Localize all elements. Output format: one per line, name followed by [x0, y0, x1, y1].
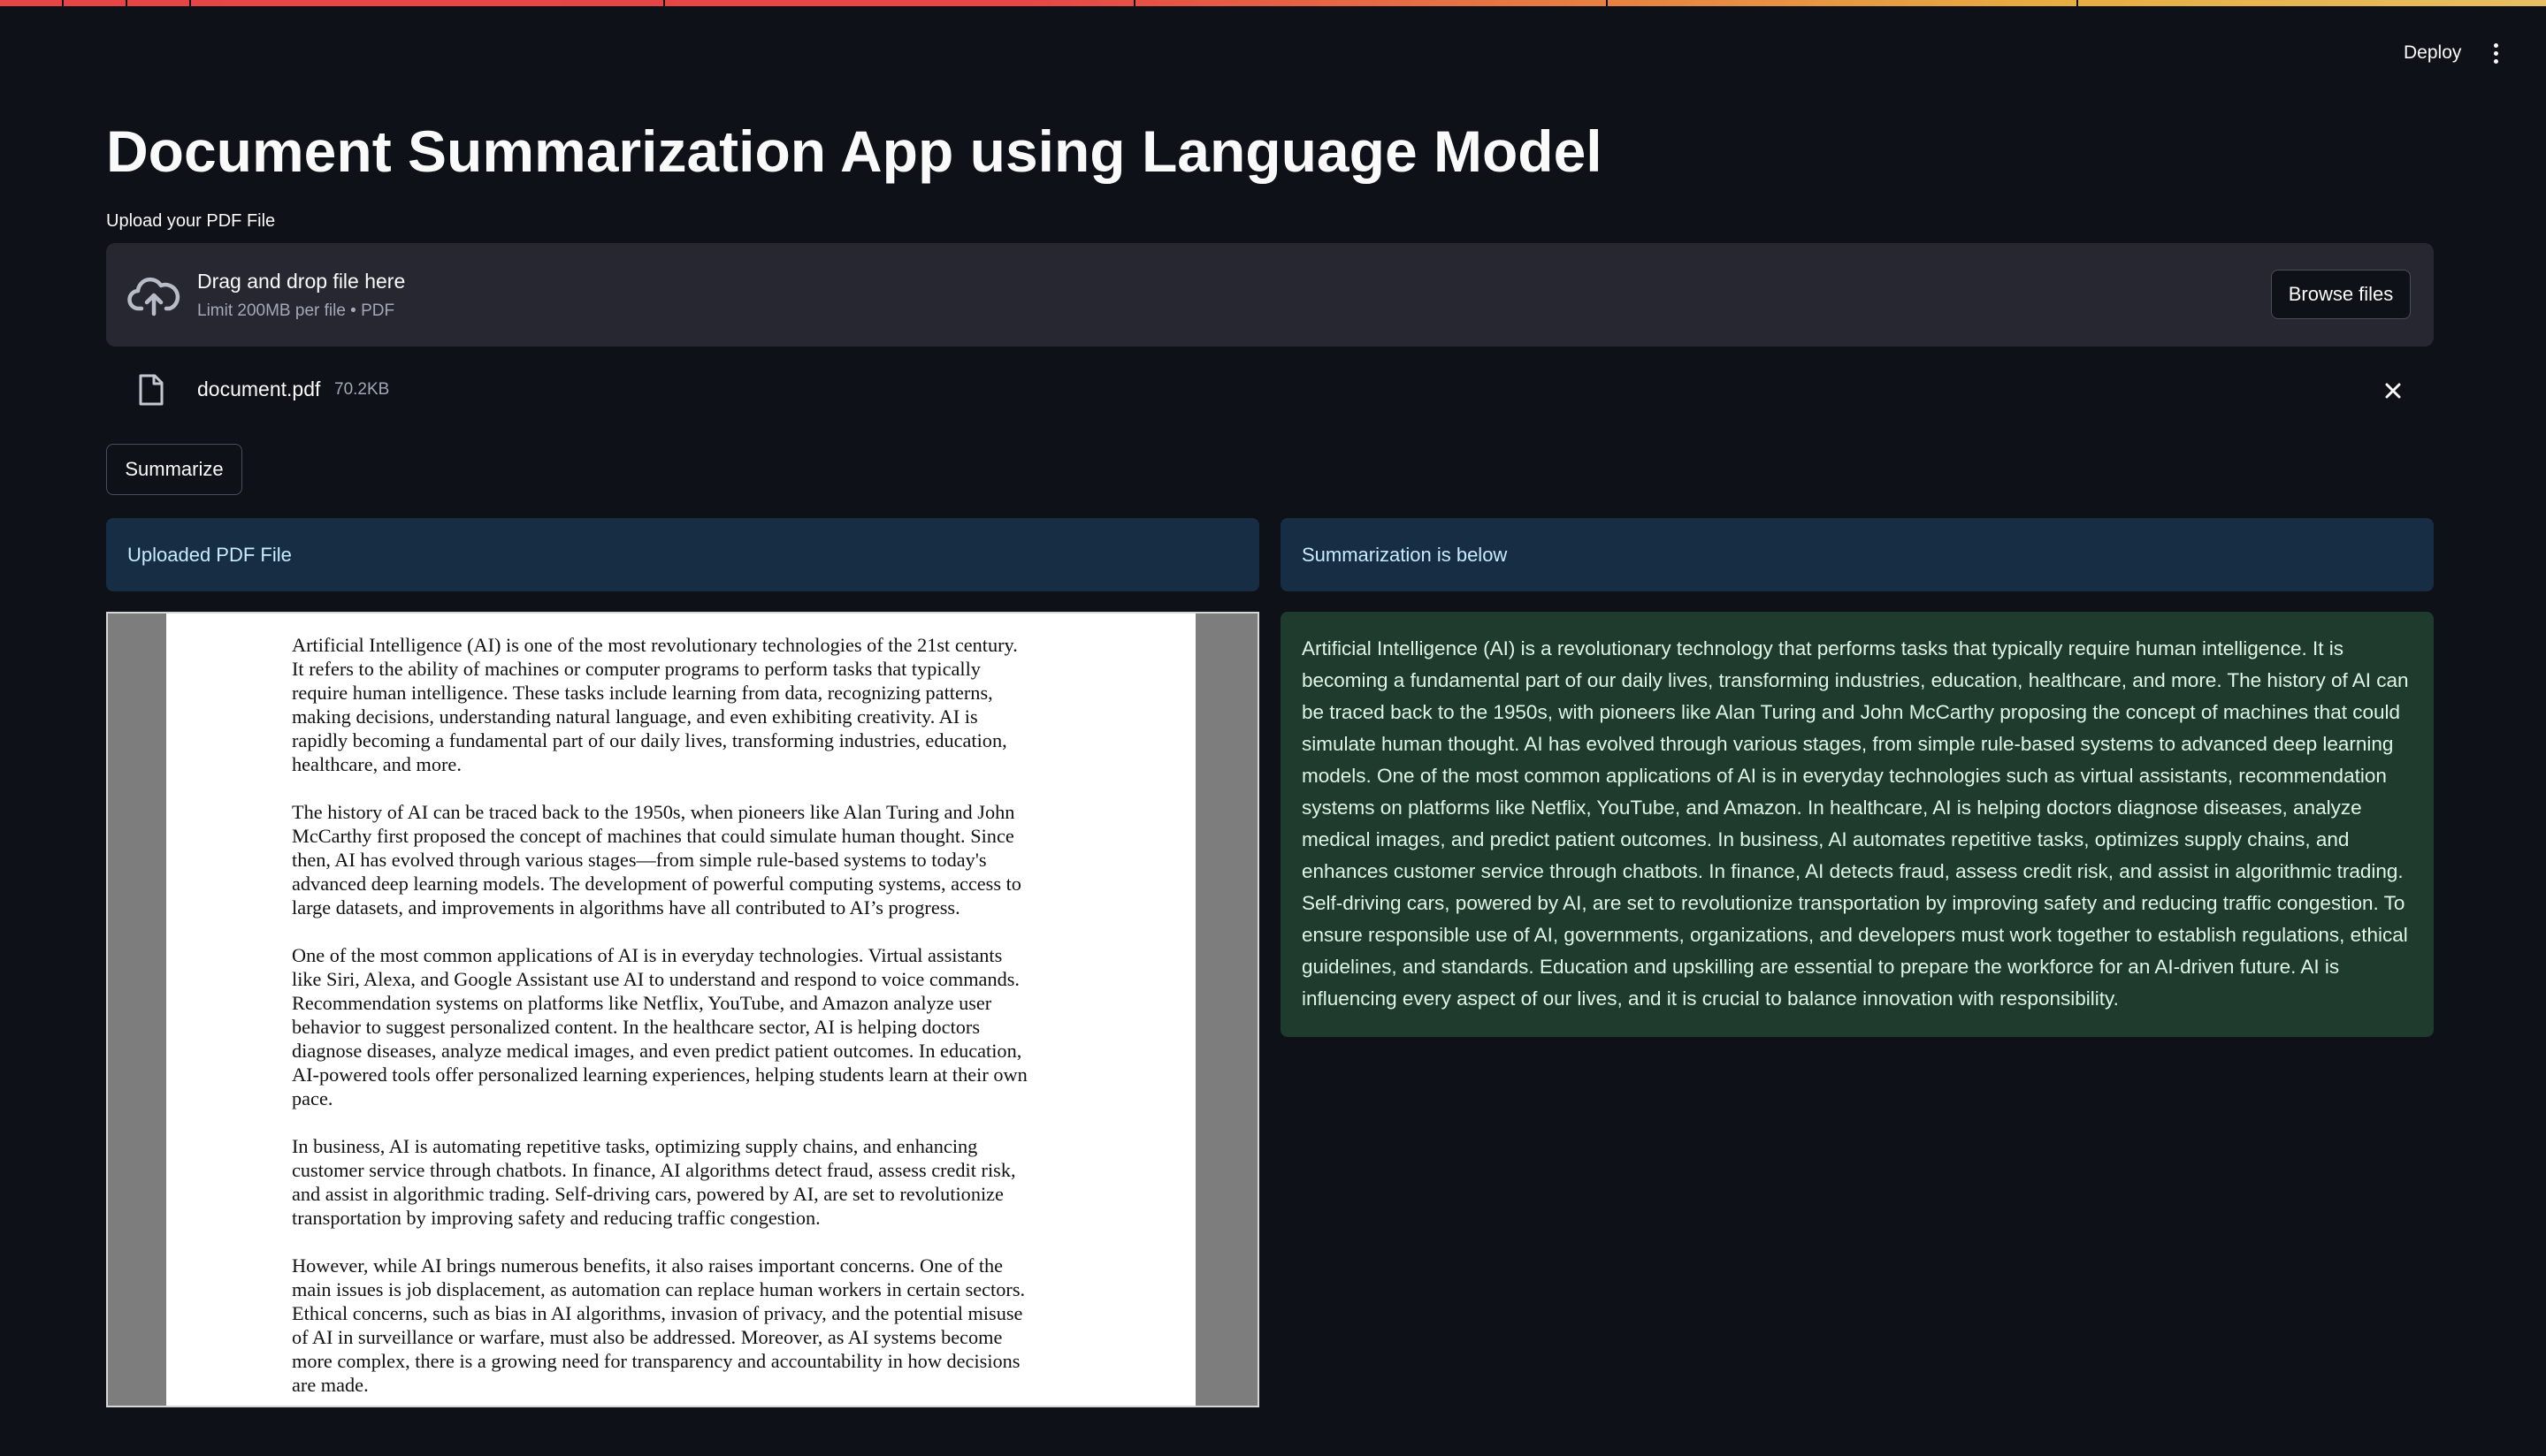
pdf-paragraph: Artificial Intelligence (AI) is one of t…: [292, 634, 1018, 775]
tab-divider: [1134, 0, 1135, 6]
summarize-button[interactable]: Summarize: [106, 444, 242, 495]
tab-divider: [1606, 0, 1608, 6]
browse-files-button[interactable]: Browse files: [2271, 270, 2411, 319]
pdf-paragraph: The history of AI can be traced back to …: [292, 801, 1021, 919]
file-dropzone[interactable]: Drag and drop file here Limit 200MB per …: [106, 243, 2434, 347]
file-icon: [139, 374, 164, 406]
tab-divider: [62, 0, 64, 6]
tab-divider: [2076, 0, 2078, 6]
pdf-content: Artificial Intelligence (AI) is one of t…: [292, 633, 1074, 1406]
pdf-paragraph: In business, AI is automating repetitive…: [292, 1135, 1016, 1229]
deploy-button[interactable]: Deploy: [2388, 35, 2477, 71]
pdf-paragraph: One of the most common applications of A…: [292, 944, 1028, 1109]
kebab-menu-icon[interactable]: [2483, 35, 2510, 71]
file-name: document.pdf: [197, 377, 321, 400]
summarization-heading: Summarization is below: [1281, 518, 2434, 591]
top-decoration-bar: [0, 0, 2546, 6]
file-size: 70.2KB: [334, 380, 390, 399]
dropzone-instructions: Drag and drop file here: [197, 270, 406, 293]
summary-result: Artificial Intelligence (AI) is a revolu…: [1281, 612, 2434, 1037]
dropzone-limit-text: Limit 200MB per file • PDF: [197, 301, 395, 320]
pdf-page: Artificial Intelligence (AI) is one of t…: [166, 614, 1196, 1406]
pdf-paragraph: However, while AI brings numerous benefi…: [292, 1254, 1026, 1396]
tab-divider: [126, 0, 127, 6]
uploaded-pdf-heading: Uploaded PDF File: [106, 518, 1259, 591]
tab-divider: [663, 0, 665, 6]
cloud-upload-icon: [127, 277, 180, 316]
close-icon[interactable]: [2379, 377, 2407, 405]
pdf-viewer[interactable]: Artificial Intelligence (AI) is one of t…: [106, 612, 1259, 1407]
uploaded-file-item: document.pdf 70.2KB: [106, 361, 2434, 419]
upload-label: Upload your PDF File: [106, 211, 276, 231]
tab-divider: [189, 0, 191, 6]
page-title: Document Summarization App using Languag…: [106, 118, 1602, 184]
